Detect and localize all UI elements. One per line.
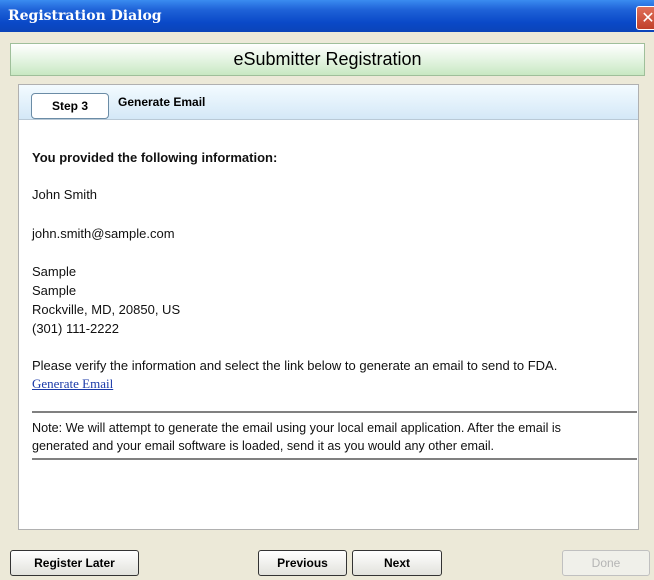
- note-divider-bottom: [32, 458, 637, 460]
- note-line-1: Note: We will attempt to generate the em…: [32, 421, 561, 435]
- user-name: John Smith: [32, 187, 98, 202]
- step-badge: Step 3: [31, 93, 109, 119]
- phone-number: (301) 111-2222: [32, 321, 119, 336]
- step-title: Generate Email: [118, 95, 206, 109]
- note-divider-top: [32, 411, 637, 413]
- register-later-button[interactable]: Register Later: [10, 550, 139, 576]
- note-line-2: generated and your email software is loa…: [32, 439, 495, 453]
- previous-button[interactable]: Previous: [258, 550, 347, 576]
- done-button[interactable]: Done: [562, 550, 650, 576]
- title-bar[interactable]: Registration Dialog ✕: [0, 0, 654, 32]
- window-title: Registration Dialog: [8, 8, 162, 24]
- info-heading: You provided the following information:: [32, 150, 278, 165]
- generate-email-link[interactable]: Generate Email: [32, 376, 113, 392]
- next-button[interactable]: Next: [352, 550, 442, 576]
- note-text: Note: We will attempt to generate the em…: [32, 419, 632, 455]
- close-icon[interactable]: ✕: [636, 6, 654, 30]
- address-line-3: Rockville, MD, 20850, US: [32, 302, 181, 317]
- step-header: Step 3 Generate Email: [19, 85, 638, 120]
- registration-dialog: Registration Dialog ✕ eSubmitter Registr…: [0, 0, 654, 580]
- verify-instruction: Please verify the information and select…: [32, 358, 558, 373]
- user-email: john.smith@sample.com: [32, 226, 175, 241]
- registration-banner: eSubmitter Registration: [10, 43, 645, 76]
- address-line-1: Sample: [32, 264, 77, 279]
- address-line-2: Sample: [32, 283, 77, 298]
